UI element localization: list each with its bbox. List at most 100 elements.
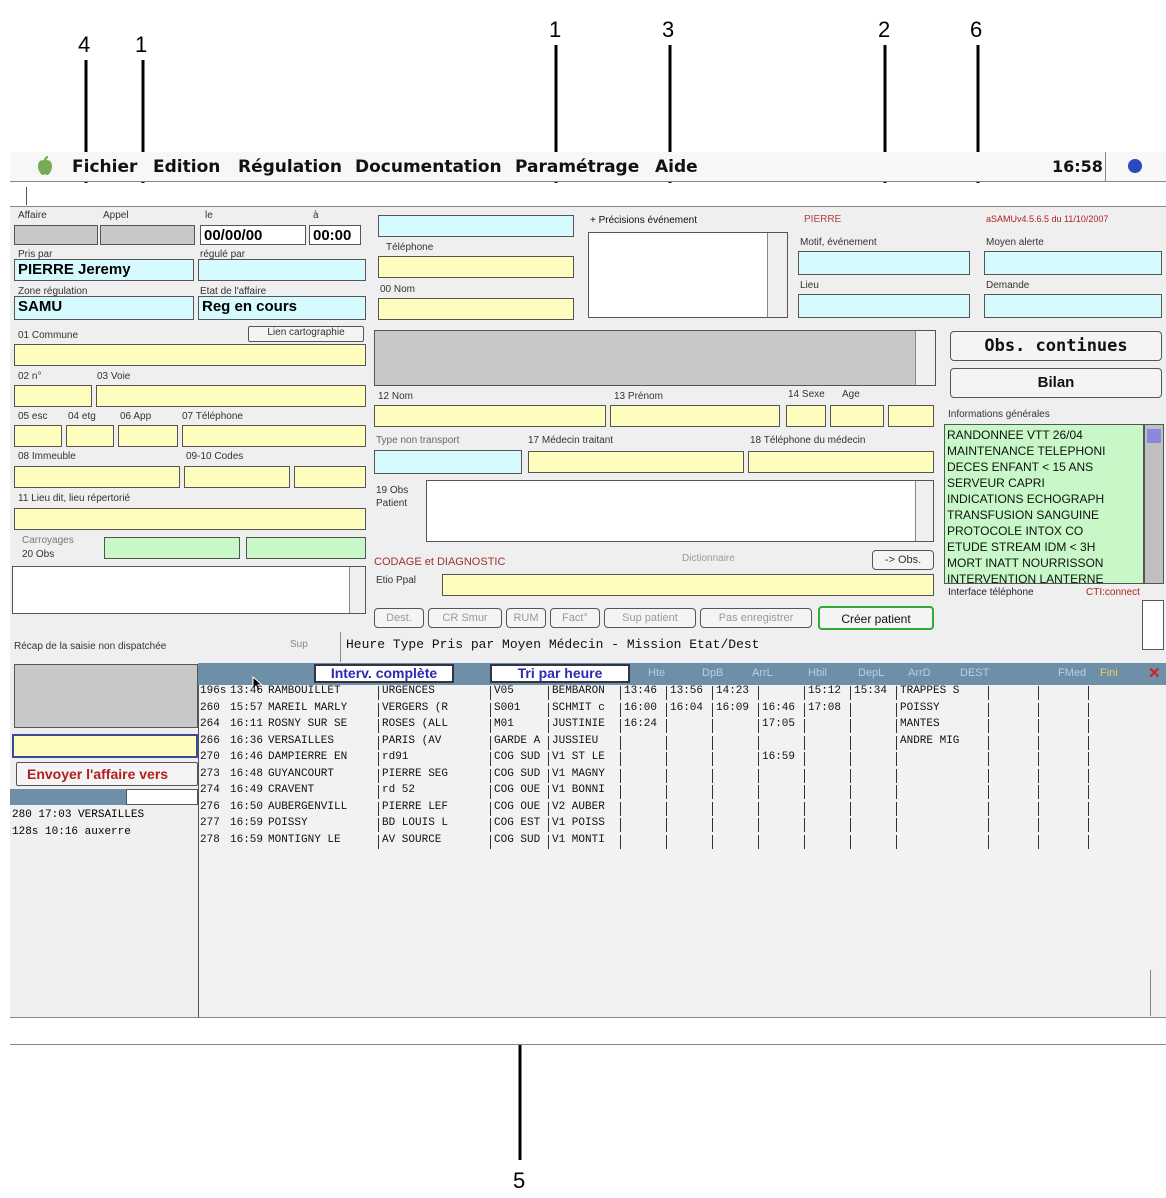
telephone-field[interactable]: [378, 256, 574, 278]
lieu-dit-field[interactable]: [14, 508, 366, 530]
col-fmed[interactable]: FMed: [1058, 667, 1086, 679]
info-list-scrollbar[interactable]: [1144, 424, 1164, 584]
motif-field[interactable]: [798, 251, 970, 275]
grid-row[interactable]: 278 16:59 MONTIGNY LE AV SOURCE COG SUD V1 MO…: [200, 834, 1150, 849]
col-hbil[interactable]: Hbil: [808, 667, 827, 679]
envoyer-button[interactable]: Envoyer l'affaire vers: [16, 762, 198, 786]
nom00-field[interactable]: [378, 298, 574, 320]
pris-par-field[interactable]: PIERRE Jeremy: [14, 259, 194, 281]
obs19-field[interactable]: [426, 480, 934, 542]
obs19-scrollbar[interactable]: [915, 481, 933, 541]
col-hte[interactable]: Hte: [648, 667, 665, 679]
info-item[interactable]: MORT INATT NOURRISSON: [947, 555, 1141, 571]
moyen-alerte-field[interactable]: [984, 251, 1162, 275]
commune-field[interactable]: [14, 344, 366, 366]
col-arrl[interactable]: ArrL: [752, 667, 773, 679]
age-unit-field[interactable]: [888, 405, 934, 427]
grid-scrollbar[interactable]: [1150, 970, 1166, 1016]
menu-aide[interactable]: Aide: [655, 157, 698, 177]
sup-patient-button[interactable]: Sup patient: [604, 608, 696, 628]
recap-list[interactable]: 280 17:03 VERSAILLES 128s 10:16 auxerre: [10, 805, 198, 1017]
date-field[interactable]: 00/00/00: [200, 225, 306, 245]
cr-smur-button[interactable]: CR Smur: [428, 608, 502, 628]
grid-row[interactable]: 266 16:36 VERSAILLES PARIS (AV GARDE A JUSSIE…: [200, 735, 1150, 750]
grid-row[interactable]: 273 16:48 GUYANCOURT PIERRE SEG COG SUD V1 MA…: [200, 768, 1150, 783]
carroyage1-field[interactable]: [104, 537, 240, 559]
info-item[interactable]: PROTOCOLE INTOX CO: [947, 523, 1141, 539]
grid-row[interactable]: 276 16:50 AUBERGENVILL PIERRE LEF COG OUE V2 …: [200, 801, 1150, 816]
etat-field[interactable]: Reg en cours: [198, 296, 366, 320]
precisions-field[interactable]: [588, 232, 788, 318]
info-item[interactable]: TRANSFUSION SANGUINE: [947, 507, 1141, 523]
appel-field[interactable]: [100, 225, 195, 245]
voie-field[interactable]: [96, 385, 366, 407]
precisions-scrollbar[interactable]: [767, 233, 787, 317]
info-item[interactable]: INTERVENTION LANTERNE: [947, 571, 1141, 587]
info-item[interactable]: DECES ENFANT < 15 ANS: [947, 459, 1141, 475]
etg-field[interactable]: [66, 425, 114, 447]
obs-continues-button[interactable]: Obs. continues: [950, 331, 1162, 361]
prenom-field[interactable]: [610, 405, 780, 427]
demande-field[interactable]: [984, 294, 1162, 318]
col-dest[interactable]: DEST: [960, 667, 989, 679]
pas-enregistrer-button[interactable]: Pas enregistrer: [700, 608, 812, 628]
nom12-field[interactable]: [374, 405, 606, 427]
no-field[interactable]: [14, 385, 92, 407]
grid-row[interactable]: 264 16:11 ROSNY SUR SE ROSES (ALL M01 JUSTINI…: [200, 718, 1150, 733]
info-item[interactable]: SERVEUR CAPRI: [947, 475, 1141, 491]
regule-par-field[interactable]: [198, 259, 366, 281]
esc-field[interactable]: [14, 425, 62, 447]
interv-complete-button[interactable]: Interv. complète: [314, 664, 454, 683]
immeuble-field[interactable]: [14, 466, 180, 488]
grid-row[interactable]: 260 15:57 MAREIL MARLY VERGERS (R S001 SCHMIT…: [200, 702, 1150, 717]
apple-icon[interactable]: [36, 156, 54, 176]
time-field[interactable]: 00:00: [309, 225, 361, 245]
obs-button[interactable]: -> Obs.: [872, 550, 934, 570]
tel-field[interactable]: [182, 425, 366, 447]
close-icon[interactable]: ✕: [1148, 664, 1164, 682]
zone-field[interactable]: SAMU: [14, 296, 194, 320]
info-list[interactable]: RANDONNEE VTT 26/04 MAINTENANCE TELEPHON…: [944, 424, 1144, 587]
appel-telephone-top-field[interactable]: [378, 215, 574, 237]
patient-list[interactable]: [374, 330, 936, 386]
col-dpb[interactable]: DpB: [702, 667, 723, 679]
dest-button[interactable]: Dest.: [374, 608, 424, 628]
affaire-field[interactable]: [14, 225, 98, 245]
menu-documentation[interactable]: Documentation: [355, 157, 502, 177]
rum-button[interactable]: RUM: [506, 608, 546, 628]
carroyage2-field[interactable]: [246, 537, 366, 559]
obs20-field[interactable]: [12, 566, 366, 614]
age-field[interactable]: [830, 405, 884, 427]
sexe-field[interactable]: [786, 405, 826, 427]
fact-button[interactable]: Fact°: [550, 608, 600, 628]
lien-carto-button[interactable]: Lien cartographie: [248, 326, 364, 342]
recap-row[interactable]: 280 17:03 VERSAILLES: [12, 809, 144, 821]
grid-row[interactable]: 196s 13:46 RAMBOUILLET URGENCES V05 BEMBARON 1…: [200, 685, 1150, 700]
grid-row[interactable]: 270 16:46 DAMPIERRE EN rd91 COG SUD V1 ST LE 1…: [200, 751, 1150, 766]
recap-input-field[interactable]: [12, 734, 198, 758]
menu-fichier[interactable]: Fichier: [72, 157, 137, 177]
app-field[interactable]: [118, 425, 178, 447]
code2-field[interactable]: [294, 466, 366, 488]
app-switcher-icon[interactable]: [1128, 159, 1142, 173]
code1-field[interactable]: [184, 466, 290, 488]
col-fini[interactable]: Fini: [1100, 667, 1118, 679]
menu-edition[interactable]: Edition: [153, 157, 220, 177]
etio-field[interactable]: [442, 574, 934, 596]
info-item[interactable]: MAINTENANCE TELEPHONI: [947, 443, 1141, 459]
info-scroll-thumb[interactable]: [1147, 429, 1161, 443]
info-item[interactable]: INDICATIONS ECHOGRAPH: [947, 491, 1141, 507]
col-depl[interactable]: DepL: [858, 667, 884, 679]
patient-list-scrollbar[interactable]: [915, 331, 935, 385]
lieu-field[interactable]: [798, 294, 970, 318]
obs20-scrollbar[interactable]: [349, 567, 365, 613]
col-arrd[interactable]: ArrD: [908, 667, 931, 679]
recap-row[interactable]: 128s 10:16 auxerre: [12, 826, 131, 838]
type-non-transport-field[interactable]: [374, 450, 522, 474]
creer-patient-button[interactable]: Créer patient: [818, 606, 934, 630]
menu-regulation[interactable]: Régulation: [238, 157, 342, 177]
tri-par-heure-button[interactable]: Tri par heure: [490, 664, 630, 683]
grid-row[interactable]: 274 16:49 CRAVENT rd 52 COG OUE V1 BONNI: [200, 784, 1150, 799]
info-item[interactable]: ETUDE STREAM IDM < 3H: [947, 539, 1141, 555]
medecin-field[interactable]: [528, 451, 744, 473]
